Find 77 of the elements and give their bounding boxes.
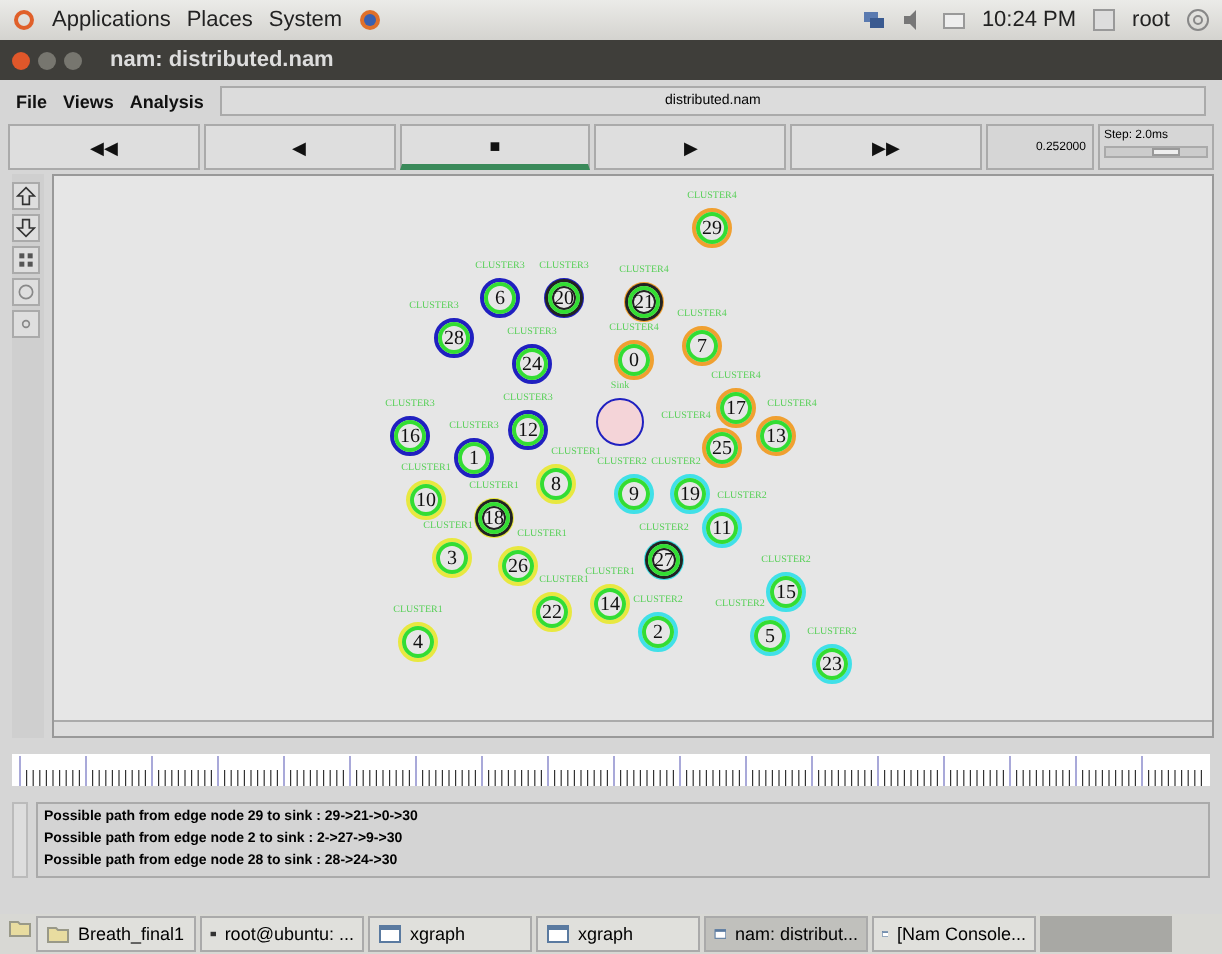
playback-button[interactable]: ▶ xyxy=(594,124,787,170)
playback-button[interactable]: ◀◀ xyxy=(8,124,200,170)
network-node[interactable]: 26 xyxy=(498,546,538,586)
close-button[interactable] xyxy=(12,51,30,69)
network-icon xyxy=(861,8,886,32)
network-node[interactable]: 25 xyxy=(702,428,742,468)
user-icon xyxy=(1092,8,1117,32)
window-icon xyxy=(546,922,570,946)
playback-button[interactable]: ▶▶ xyxy=(790,124,982,170)
network-node[interactable]: 21 xyxy=(624,282,664,322)
network-node[interactable]: 11 xyxy=(702,508,742,548)
network-node[interactable]: 7 xyxy=(682,326,722,366)
panel-menu[interactable]: Places xyxy=(186,8,253,32)
taskbar-item[interactable]: Breath_final1 xyxy=(36,916,196,952)
vertical-scrollbar[interactable] xyxy=(12,802,28,878)
playback-button[interactable]: ◀ xyxy=(203,124,396,170)
minimize-button[interactable] xyxy=(38,51,56,69)
network-node[interactable]: 5 xyxy=(750,616,790,656)
network-node[interactable]: 23 xyxy=(812,644,852,684)
network-node[interactable]: 1 xyxy=(454,438,494,478)
network-node[interactable]: 24 xyxy=(512,344,552,384)
network-node[interactable]: 28 xyxy=(434,318,474,358)
network-node[interactable]: 14 xyxy=(590,584,630,624)
network-node[interactable]: 6 xyxy=(480,278,520,318)
network-node[interactable]: 18 xyxy=(474,498,514,538)
timeline[interactable] xyxy=(12,754,1210,786)
panel-menu[interactable]: System xyxy=(268,8,343,32)
window-title: nam: distributed.nam xyxy=(110,48,334,72)
clock[interactable]: 10:24 PM xyxy=(981,8,1077,32)
browser-icon xyxy=(358,8,383,32)
network-node[interactable]: 20 xyxy=(544,278,584,318)
node-button[interactable] xyxy=(12,278,40,306)
circle-icon xyxy=(16,282,36,302)
menu-item[interactable]: Analysis xyxy=(129,91,204,111)
network-node[interactable]: 27 xyxy=(644,540,684,580)
menu-item[interactable]: Views xyxy=(63,91,114,111)
dot-button[interactable] xyxy=(12,310,40,338)
step-slider-thumb[interactable] xyxy=(1151,148,1180,156)
taskbar-item[interactable]: [Nam Console... xyxy=(872,916,1036,952)
network-node[interactable]: 10 xyxy=(406,480,446,520)
mail-icon xyxy=(941,8,966,32)
network-node[interactable]: 15 xyxy=(766,572,806,612)
menu-item[interactable]: File xyxy=(16,91,48,111)
folder-icon xyxy=(8,916,32,940)
network-node[interactable]: 4 xyxy=(398,622,438,662)
network-node[interactable]: 29 xyxy=(692,208,732,248)
network-node[interactable]: 0 xyxy=(614,340,654,380)
network-node[interactable]: 19 xyxy=(670,474,710,514)
taskbar-item[interactable]: xgraph xyxy=(536,916,700,952)
network-node[interactable]: 13 xyxy=(756,416,796,456)
zoom-out-button[interactable] xyxy=(12,214,40,242)
network-node[interactable]: 17 xyxy=(716,388,756,428)
power-icon xyxy=(1186,8,1210,32)
network-node[interactable]: 22 xyxy=(532,592,572,632)
network-node[interactable]: 2 xyxy=(638,612,678,652)
taskbar-item[interactable]: xgraph xyxy=(368,916,532,952)
window-icon xyxy=(378,922,402,946)
taskbar-item[interactable]: root@ubuntu: ... xyxy=(200,916,364,952)
network-node[interactable]: 3 xyxy=(432,538,472,578)
horizontal-scrollbar[interactable] xyxy=(54,720,1212,736)
sink-node[interactable] xyxy=(596,398,644,446)
panel-menu[interactable]: Applications xyxy=(52,8,171,32)
workspace-switcher[interactable] xyxy=(1040,916,1172,952)
folder-icon xyxy=(46,922,70,946)
playback-button[interactable]: ■ xyxy=(399,124,591,170)
taskbar-item[interactable]: nam: distribut... xyxy=(704,916,868,952)
edit-button[interactable] xyxy=(12,246,40,274)
grid-icon xyxy=(16,250,36,270)
network-node[interactable]: 8 xyxy=(536,464,576,504)
circle-icon xyxy=(16,314,36,334)
network-node[interactable]: 9 xyxy=(614,474,654,514)
zoom-in-button[interactable] xyxy=(12,182,40,210)
network-node[interactable]: 16 xyxy=(390,416,430,456)
user-name[interactable]: root xyxy=(1132,8,1170,32)
network-node[interactable]: 12 xyxy=(508,410,548,450)
logo-icon xyxy=(12,8,36,32)
maximize-button[interactable] xyxy=(64,51,82,69)
